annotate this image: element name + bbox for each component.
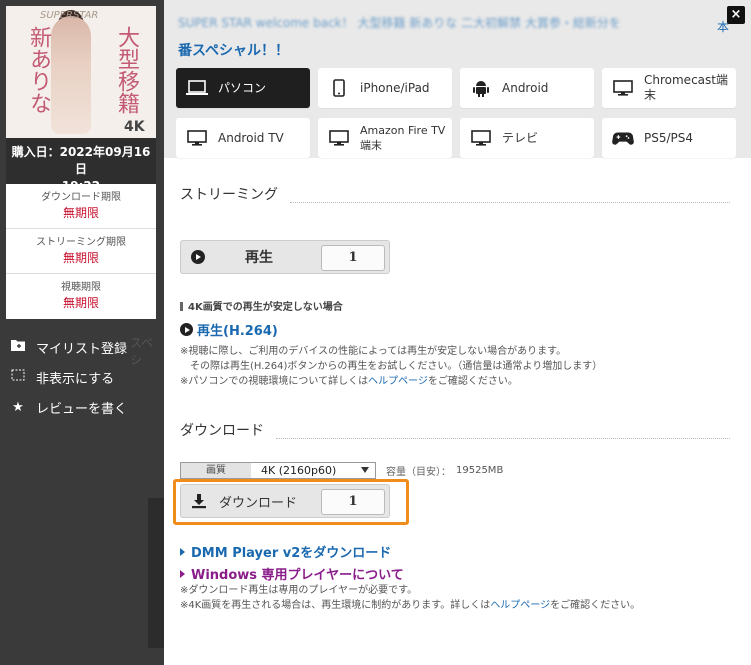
monitor-icon	[470, 129, 492, 147]
quality-select[interactable]: 画質 4K (2160p60)	[180, 461, 376, 479]
device-selector: パソコン iPhone/iPad Android Chromecast端末 An…	[176, 68, 738, 158]
side-actions: マイリスト登録 非表示にする ★ レビューを書く	[10, 332, 127, 422]
monitor-icon	[612, 79, 634, 97]
device-iphone[interactable]: iPhone/iPad	[318, 68, 452, 108]
gamepad-icon	[612, 129, 634, 147]
cover-logo: SUPERSTAR	[40, 10, 99, 21]
device-android[interactable]: Android	[460, 68, 594, 108]
limits-list: ダウンロード期限 無期限 ストリーミング期限 無期限 視聴期限 無期限	[6, 184, 156, 319]
limit-viewing: 視聴期限 無期限	[61, 282, 101, 310]
streaming-note-1: ※視聴に際し、ご利用のデバイスの性能によっては再生が安定しない場合があります。	[180, 346, 567, 357]
cover-text-left: 新ありな	[26, 26, 51, 114]
background-thumbnail	[148, 498, 164, 648]
windows-player-link[interactable]: Windows 専用プレイヤーについて	[180, 564, 404, 583]
hide-button[interactable]: 非表示にする	[10, 362, 127, 392]
streaming-section-title: ストリーミング	[180, 187, 278, 203]
laptop-icon	[186, 79, 208, 97]
product-title: SUPER STAR welcome back！ 大型移籍 新ありな 二大初解禁…	[178, 16, 621, 30]
download-count[interactable]: 1	[321, 489, 385, 515]
close-button[interactable]: ×	[727, 6, 745, 24]
cover-4k-badge: 4K	[124, 119, 145, 135]
size-label: 容量（目安）：	[386, 466, 451, 478]
section-divider	[290, 202, 730, 203]
product-title-tail: 番スペシャル！！	[178, 43, 290, 59]
android-icon	[470, 79, 492, 97]
purchase-date: 購入日：2022年09月16日 19:22	[6, 138, 156, 193]
product-cover-image: SUPERSTAR 新ありな 大型移籍 4K	[6, 6, 156, 138]
download-note-1: ※ダウンロード再生は専用のプレイヤーが必要です。	[180, 585, 418, 596]
write-review-button[interactable]: ★ レビューを書く	[10, 392, 127, 422]
play-icon	[191, 250, 205, 264]
chevron-down-icon	[361, 467, 369, 473]
device-pc[interactable]: パソコン	[176, 68, 310, 108]
mylist-add-button[interactable]: マイリスト登録	[10, 332, 127, 362]
device-fire-tv[interactable]: Amazon Fire TV 端末	[318, 118, 452, 158]
device-ps5[interactable]: PS5/PS4	[602, 118, 736, 158]
streaming-note-head: 4K画質での再生が安定しない場合	[180, 298, 343, 313]
help-page-link[interactable]: ヘルプページ	[368, 376, 428, 387]
download-icon	[191, 493, 207, 509]
help-page-link[interactable]: ヘルプページ	[490, 600, 550, 611]
play-icon	[180, 323, 193, 336]
limit-streaming: ストリーミング期限 無期限	[6, 229, 156, 274]
device-chromecast[interactable]: Chromecast端末	[602, 68, 736, 108]
section-divider	[276, 438, 730, 439]
folder-add-icon	[10, 339, 26, 355]
download-note-2: ※4K画質を再生される場合は、再生環境に制約があります。詳しくはヘルプページをご…	[180, 600, 641, 611]
star-icon: ★	[12, 399, 24, 415]
device-android-tv[interactable]: Android TV	[176, 118, 310, 158]
triangle-right-icon	[180, 569, 185, 578]
download-button[interactable]: ダウンロード 1	[180, 484, 390, 518]
dmm-player-download-link[interactable]: DMM Player v2をダウンロード	[180, 542, 391, 561]
device-tv[interactable]: テレビ	[460, 118, 594, 158]
play-h264-link[interactable]: 再生(H.264)	[180, 320, 278, 339]
background-text: スペシ	[130, 336, 154, 367]
left-panel: SUPERSTAR 新ありな 大型移籍 4K 購入日：2022年09月16日 1…	[0, 0, 164, 665]
hide-icon	[10, 369, 26, 385]
monitor-icon	[186, 129, 208, 147]
modal-header: SUPER STAR welcome back！ 大型移籍 新ありな 二大初解禁…	[164, 0, 751, 158]
triangle-right-icon	[180, 547, 185, 556]
quality-row: 画質 4K (2160p60) 容量（目安）： 19525MB	[180, 461, 503, 479]
size-value: 19525MB	[456, 464, 504, 476]
play-count[interactable]: 1	[321, 245, 385, 271]
playback-modal: SUPER STAR welcome back！ 大型移籍 新ありな 二大初解禁…	[164, 0, 751, 665]
cover-text-right: 大型移籍	[114, 26, 139, 114]
streaming-note-2: その際は再生(H.264)ボタンからの再生をお試しください。（通信量は通常より増…	[180, 361, 603, 372]
streaming-help-note: ※パソコンでの視聴環境について詳しくはヘルプページをご確認ください。	[180, 376, 518, 387]
download-section-title: ダウンロード	[180, 423, 264, 439]
monitor-icon	[328, 129, 350, 147]
play-button[interactable]: 再生 1	[180, 240, 390, 274]
smartphone-icon	[328, 79, 350, 97]
limit-download: ダウンロード期限 無期限	[6, 184, 156, 229]
